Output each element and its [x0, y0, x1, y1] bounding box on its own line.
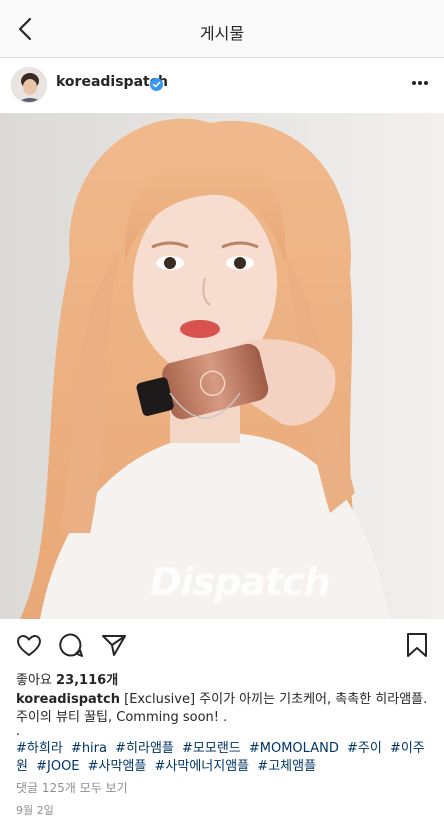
- hashtag[interactable]: #JOOE: [36, 759, 79, 774]
- share-icon[interactable]: [100, 631, 128, 659]
- hashtag[interactable]: #hira: [71, 741, 107, 756]
- dispatch-watermark: Dispatch: [150, 560, 331, 604]
- hashtag[interactable]: #MOMOLAND: [249, 741, 339, 756]
- comment-icon[interactable]: [57, 631, 85, 659]
- hashtag[interactable]: #하희라: [16, 741, 63, 756]
- caption-dot: .: [16, 724, 21, 739]
- heart-icon[interactable]: [15, 631, 43, 659]
- hashtag[interactable]: #사막에너지앰플: [155, 759, 250, 774]
- hashtag[interactable]: #모모랜드: [182, 741, 241, 756]
- caption-username[interactable]: koreadispatch: [16, 692, 120, 707]
- post-date: 9월 2일: [16, 804, 54, 817]
- verified-badge-icon: [150, 78, 163, 91]
- bookmark-icon[interactable]: [403, 631, 431, 659]
- top-nav-bar: 게시물: [0, 0, 444, 58]
- post-image[interactable]: [0, 113, 444, 619]
- hashtag[interactable]: #히라앰플: [115, 741, 174, 756]
- hashtag[interactable]: #고체앰플: [257, 759, 316, 774]
- post-caption: koreadispatch [Exclusive] 주이가 아끼는 기초케어, …: [16, 691, 436, 727]
- avatar[interactable]: [11, 67, 47, 103]
- likes-label: 좋아요: [16, 673, 52, 688]
- page-title: 게시물: [199, 24, 245, 43]
- hashtag-list: #하희라 #hira #히라앰플 #모모랜드 #MOMOLAND #주이 #이주…: [16, 740, 436, 776]
- hashtag[interactable]: #사막앰플: [88, 759, 147, 774]
- hashtag[interactable]: #주이: [347, 741, 382, 756]
- likes-count[interactable]: 좋아요 23,116개: [16, 669, 118, 688]
- more-options-icon[interactable]: [411, 80, 429, 86]
- view-all-comments-link[interactable]: 댓글 125개 모두 보기: [16, 779, 128, 796]
- likes-number: 23,116개: [56, 673, 119, 688]
